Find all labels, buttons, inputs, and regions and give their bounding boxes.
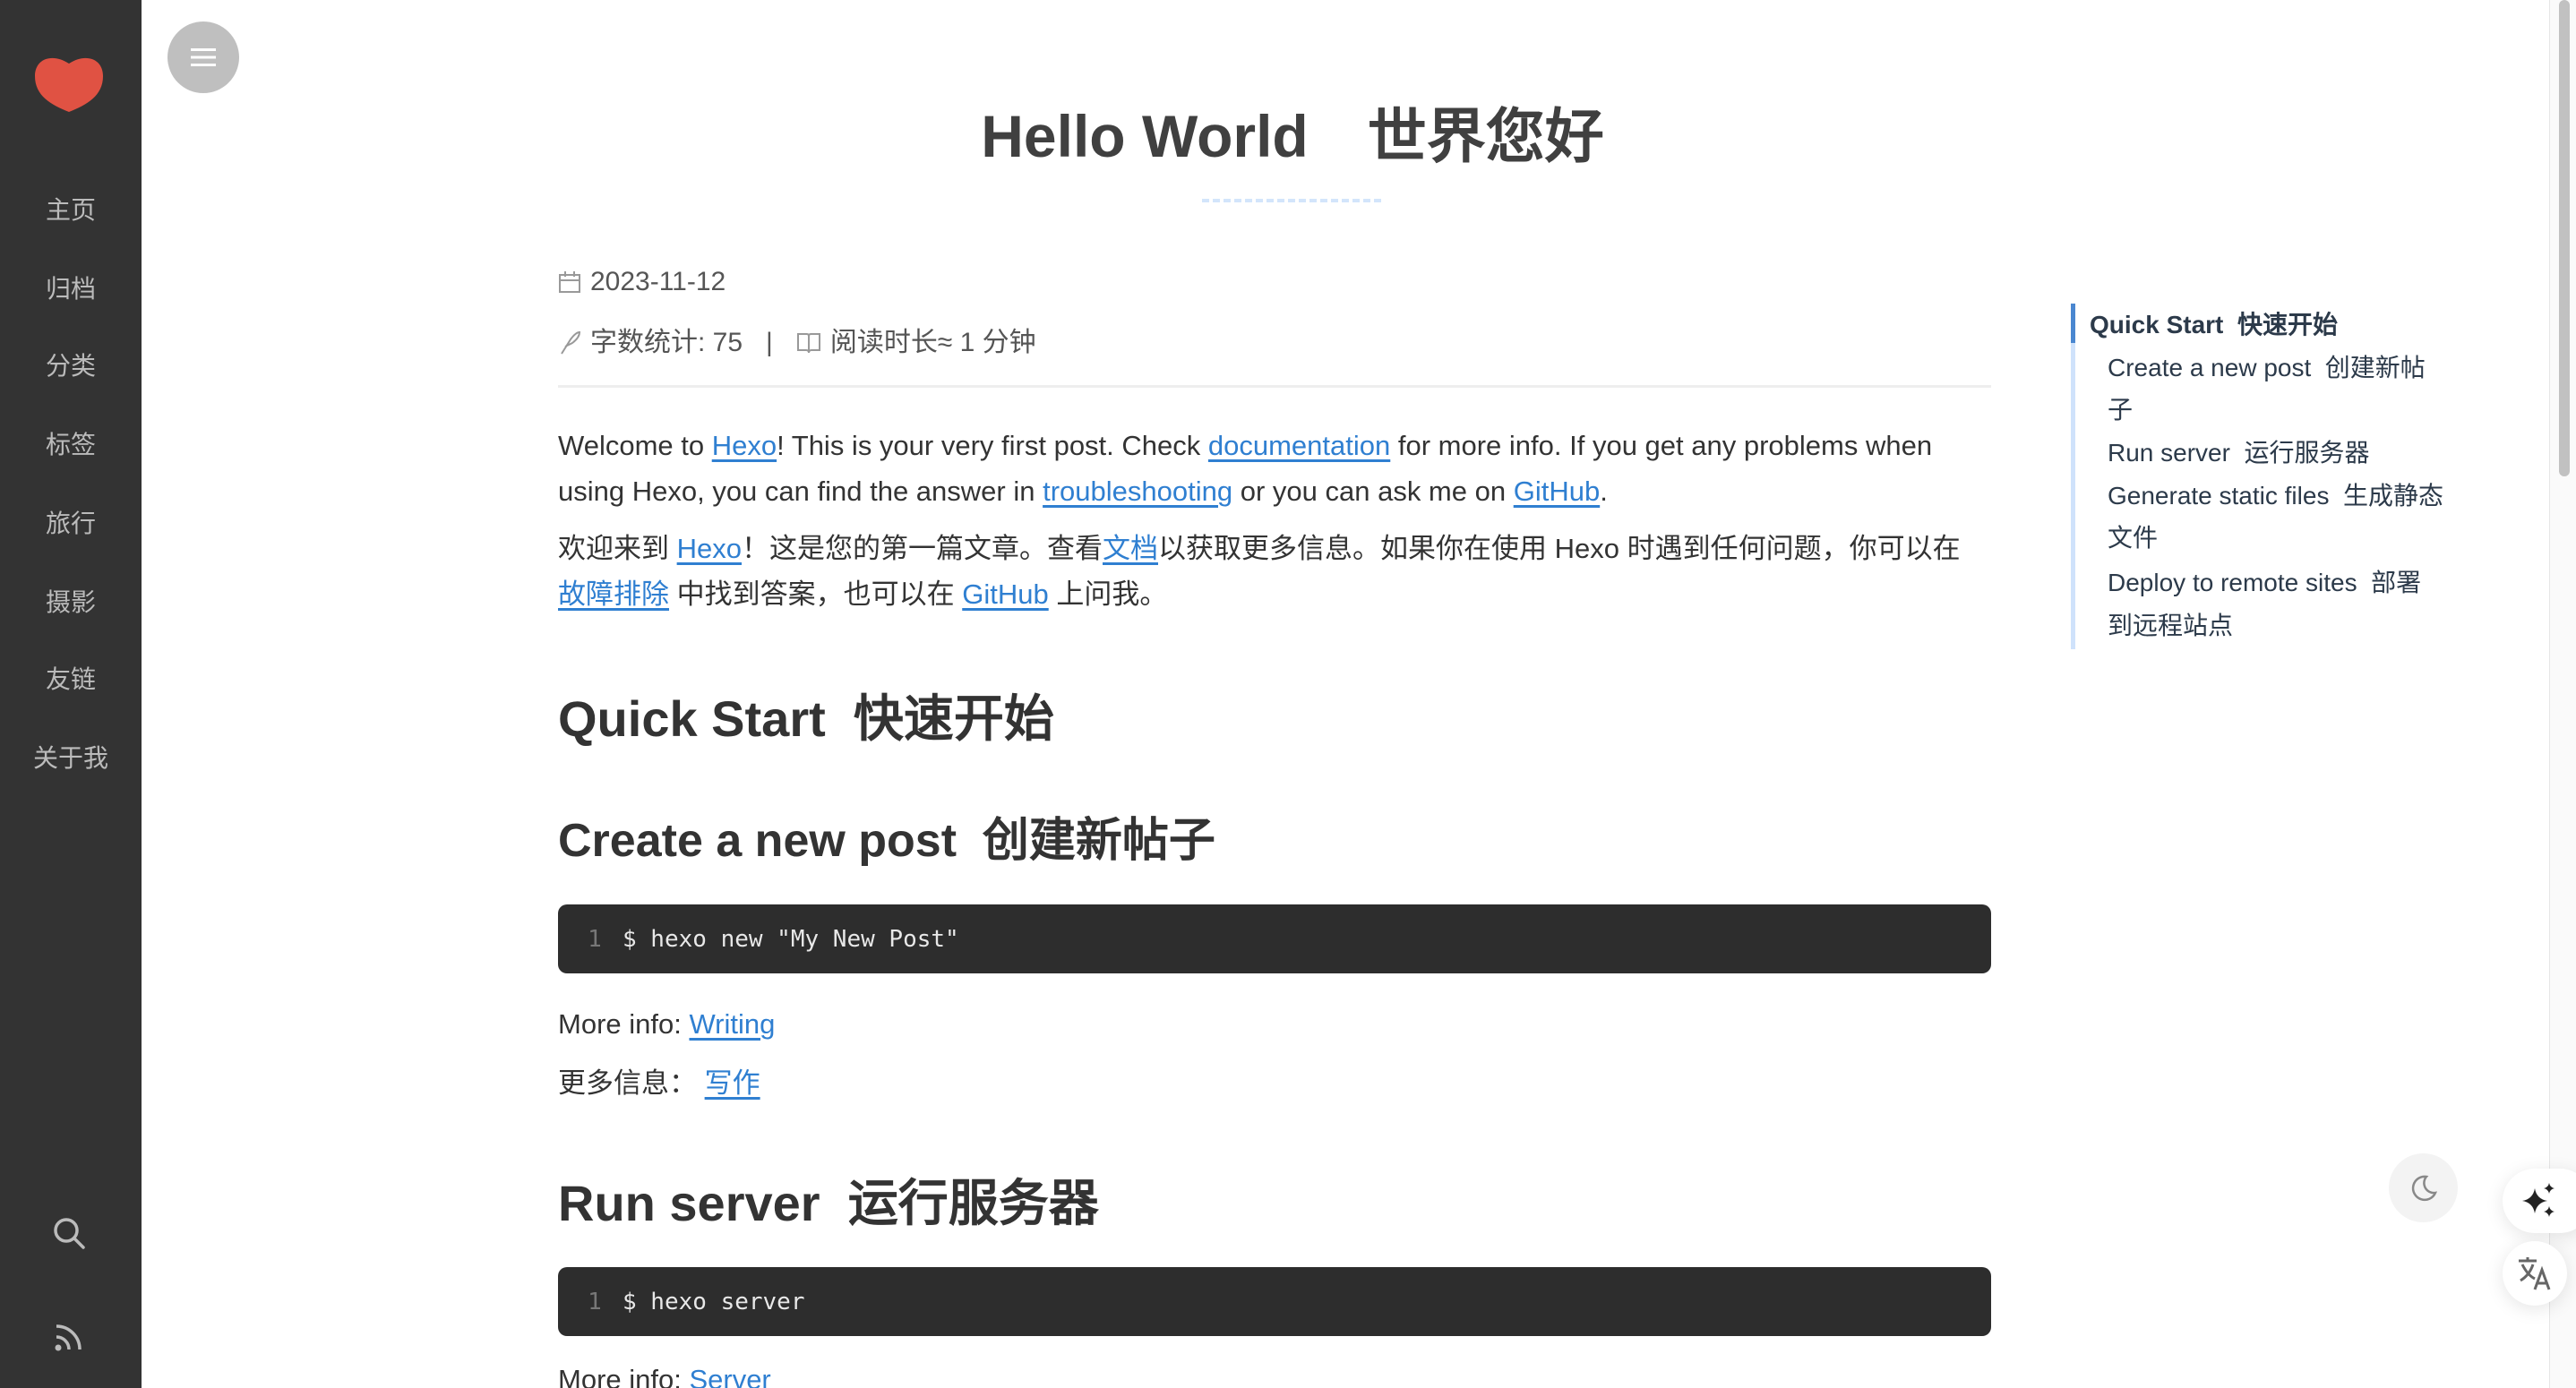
line-number: 1: [588, 1288, 602, 1315]
code-block-new-post: 1 $ hexo new "My New Post": [558, 904, 1991, 973]
heading-create-post: Create a new post 创建新帖子: [558, 815, 1215, 867]
troubleshooting-link-cn[interactable]: 故障排除: [558, 578, 669, 610]
hamburger-icon: [191, 48, 216, 66]
toc-item-deploy[interactable]: Deploy to remote sites 部署: [2108, 563, 2421, 603]
hexo-link[interactable]: Hexo: [712, 430, 777, 461]
sidebar-item-tags[interactable]: 标签: [0, 427, 142, 463]
documentation-link[interactable]: documentation: [1208, 430, 1390, 461]
text: 更多信息：: [558, 1067, 705, 1099]
ai-assistant-button[interactable]: [2503, 1169, 2576, 1233]
toc-track: [2071, 304, 2075, 649]
docs-link-cn[interactable]: 文档: [1103, 533, 1158, 564]
code-text: $ hexo new "My New Post": [623, 925, 959, 953]
toc-item-create-post[interactable]: Create a new post 创建新帖: [2108, 348, 2426, 388]
heading-run-server: Run server 运行服务器: [558, 1175, 1099, 1231]
text: ! This is your very first post. Check: [777, 430, 1208, 461]
translate-icon: [2519, 1257, 2551, 1290]
text: 上问我。: [1048, 578, 1168, 610]
toc-item-quick-start[interactable]: Quick Start 快速开始: [2090, 305, 2338, 345]
heading-quick-start: Quick Start 快速开始: [558, 690, 1054, 747]
toc-item-generate-wrap[interactable]: 文件: [2108, 518, 2158, 558]
sidebar: 主页 归档 分类 标签 旅行 摄影 友链 关于我: [0, 0, 142, 1388]
code-block-server: 1 $ hexo server: [558, 1267, 1991, 1336]
github-link[interactable]: GitHub: [1514, 476, 1600, 507]
post-date: 2023-11-12: [558, 264, 726, 300]
date-text: 2023-11-12: [590, 267, 726, 296]
github-link-cn[interactable]: GitHub: [962, 578, 1048, 610]
text: 中找到答案，也可以在: [669, 578, 963, 610]
feather-icon: [561, 330, 581, 355]
code-text: $ hexo server: [623, 1288, 805, 1315]
toc-item-deploy-wrap[interactable]: 到远程站点: [2108, 606, 2233, 646]
heart-icon[interactable]: [33, 49, 105, 118]
sidebar-item-links[interactable]: 友链: [0, 662, 142, 698]
toc-item-generate[interactable]: Generate static files 生成静态: [2108, 476, 2443, 516]
meta-separator: |: [766, 328, 773, 357]
line-number: 1: [588, 925, 602, 953]
meta-divider: [558, 385, 1991, 388]
text: 欢迎来到: [558, 533, 677, 564]
book-icon: [796, 333, 820, 354]
toc-active-indicator: [2071, 304, 2075, 343]
intro-paragraph-en: Welcome to Hexo! This is your very first…: [558, 423, 1991, 514]
more-info-writing: More info: Writing: [558, 1001, 1991, 1047]
toc-item-create-post-wrap[interactable]: 子: [2108, 390, 2133, 430]
search-icon[interactable]: [51, 1215, 87, 1255]
post-title: Hello World 世界您好: [981, 103, 1604, 169]
sidebar-item-categories[interactable]: 分类: [0, 348, 142, 384]
intro-paragraph-cn: 欢迎来到 Hexo！这是您的第一篇文章。查看文档以获取更多信息。如果你在使用 H…: [558, 526, 1991, 617]
sidebar-item-home[interactable]: 主页: [0, 193, 142, 228]
rss-icon[interactable]: [53, 1321, 85, 1358]
text: .: [1600, 476, 1608, 507]
sidebar-item-photography[interactable]: 摄影: [0, 585, 142, 621]
text: More info:: [558, 1008, 690, 1040]
moon-icon: [2411, 1175, 2437, 1201]
hexo-link-cn[interactable]: Hexo: [677, 533, 742, 564]
text: 以获取更多信息。如果你在使用 Hexo 时遇到任何问题，你可以在: [1158, 533, 1961, 564]
text: Welcome to: [558, 430, 712, 461]
troubleshooting-link[interactable]: troubleshooting: [1043, 476, 1232, 507]
more-info-writing-cn: 更多信息： 写作: [558, 1060, 1991, 1106]
post-stats: 字数统计: 75 | 阅读时长≈ 1 分钟: [558, 325, 1036, 361]
toc-item-run-server[interactable]: Run server 运行服务器: [2108, 433, 2370, 473]
sidebar-item-about[interactable]: 关于我: [0, 741, 142, 776]
more-info-server: More info: Server: [558, 1357, 1991, 1388]
sidebar-item-archive[interactable]: 归档: [0, 271, 142, 307]
menu-toggle-button[interactable]: [167, 21, 239, 93]
text: More info:: [558, 1364, 690, 1388]
sidebar-item-travel[interactable]: 旅行: [0, 506, 142, 542]
writing-link[interactable]: Writing: [689, 1008, 775, 1040]
sparkle-icon: [2522, 1183, 2555, 1217]
word-count: 字数统计: 75: [590, 328, 743, 357]
read-time: 阅读时长≈ 1 分钟: [829, 328, 1036, 357]
translate-button[interactable]: [2503, 1241, 2567, 1306]
text: or you can ask me on: [1232, 476, 1514, 507]
dark-mode-button[interactable]: [2389, 1153, 2458, 1222]
title-underline: [1202, 199, 1381, 202]
calendar-icon: [559, 271, 580, 293]
text: ！这是您的第一篇文章。查看: [742, 533, 1103, 564]
scrollbar-thumb[interactable]: [2559, 0, 2570, 476]
writing-link-cn[interactable]: 写作: [705, 1067, 760, 1099]
server-link[interactable]: Server: [689, 1364, 770, 1388]
